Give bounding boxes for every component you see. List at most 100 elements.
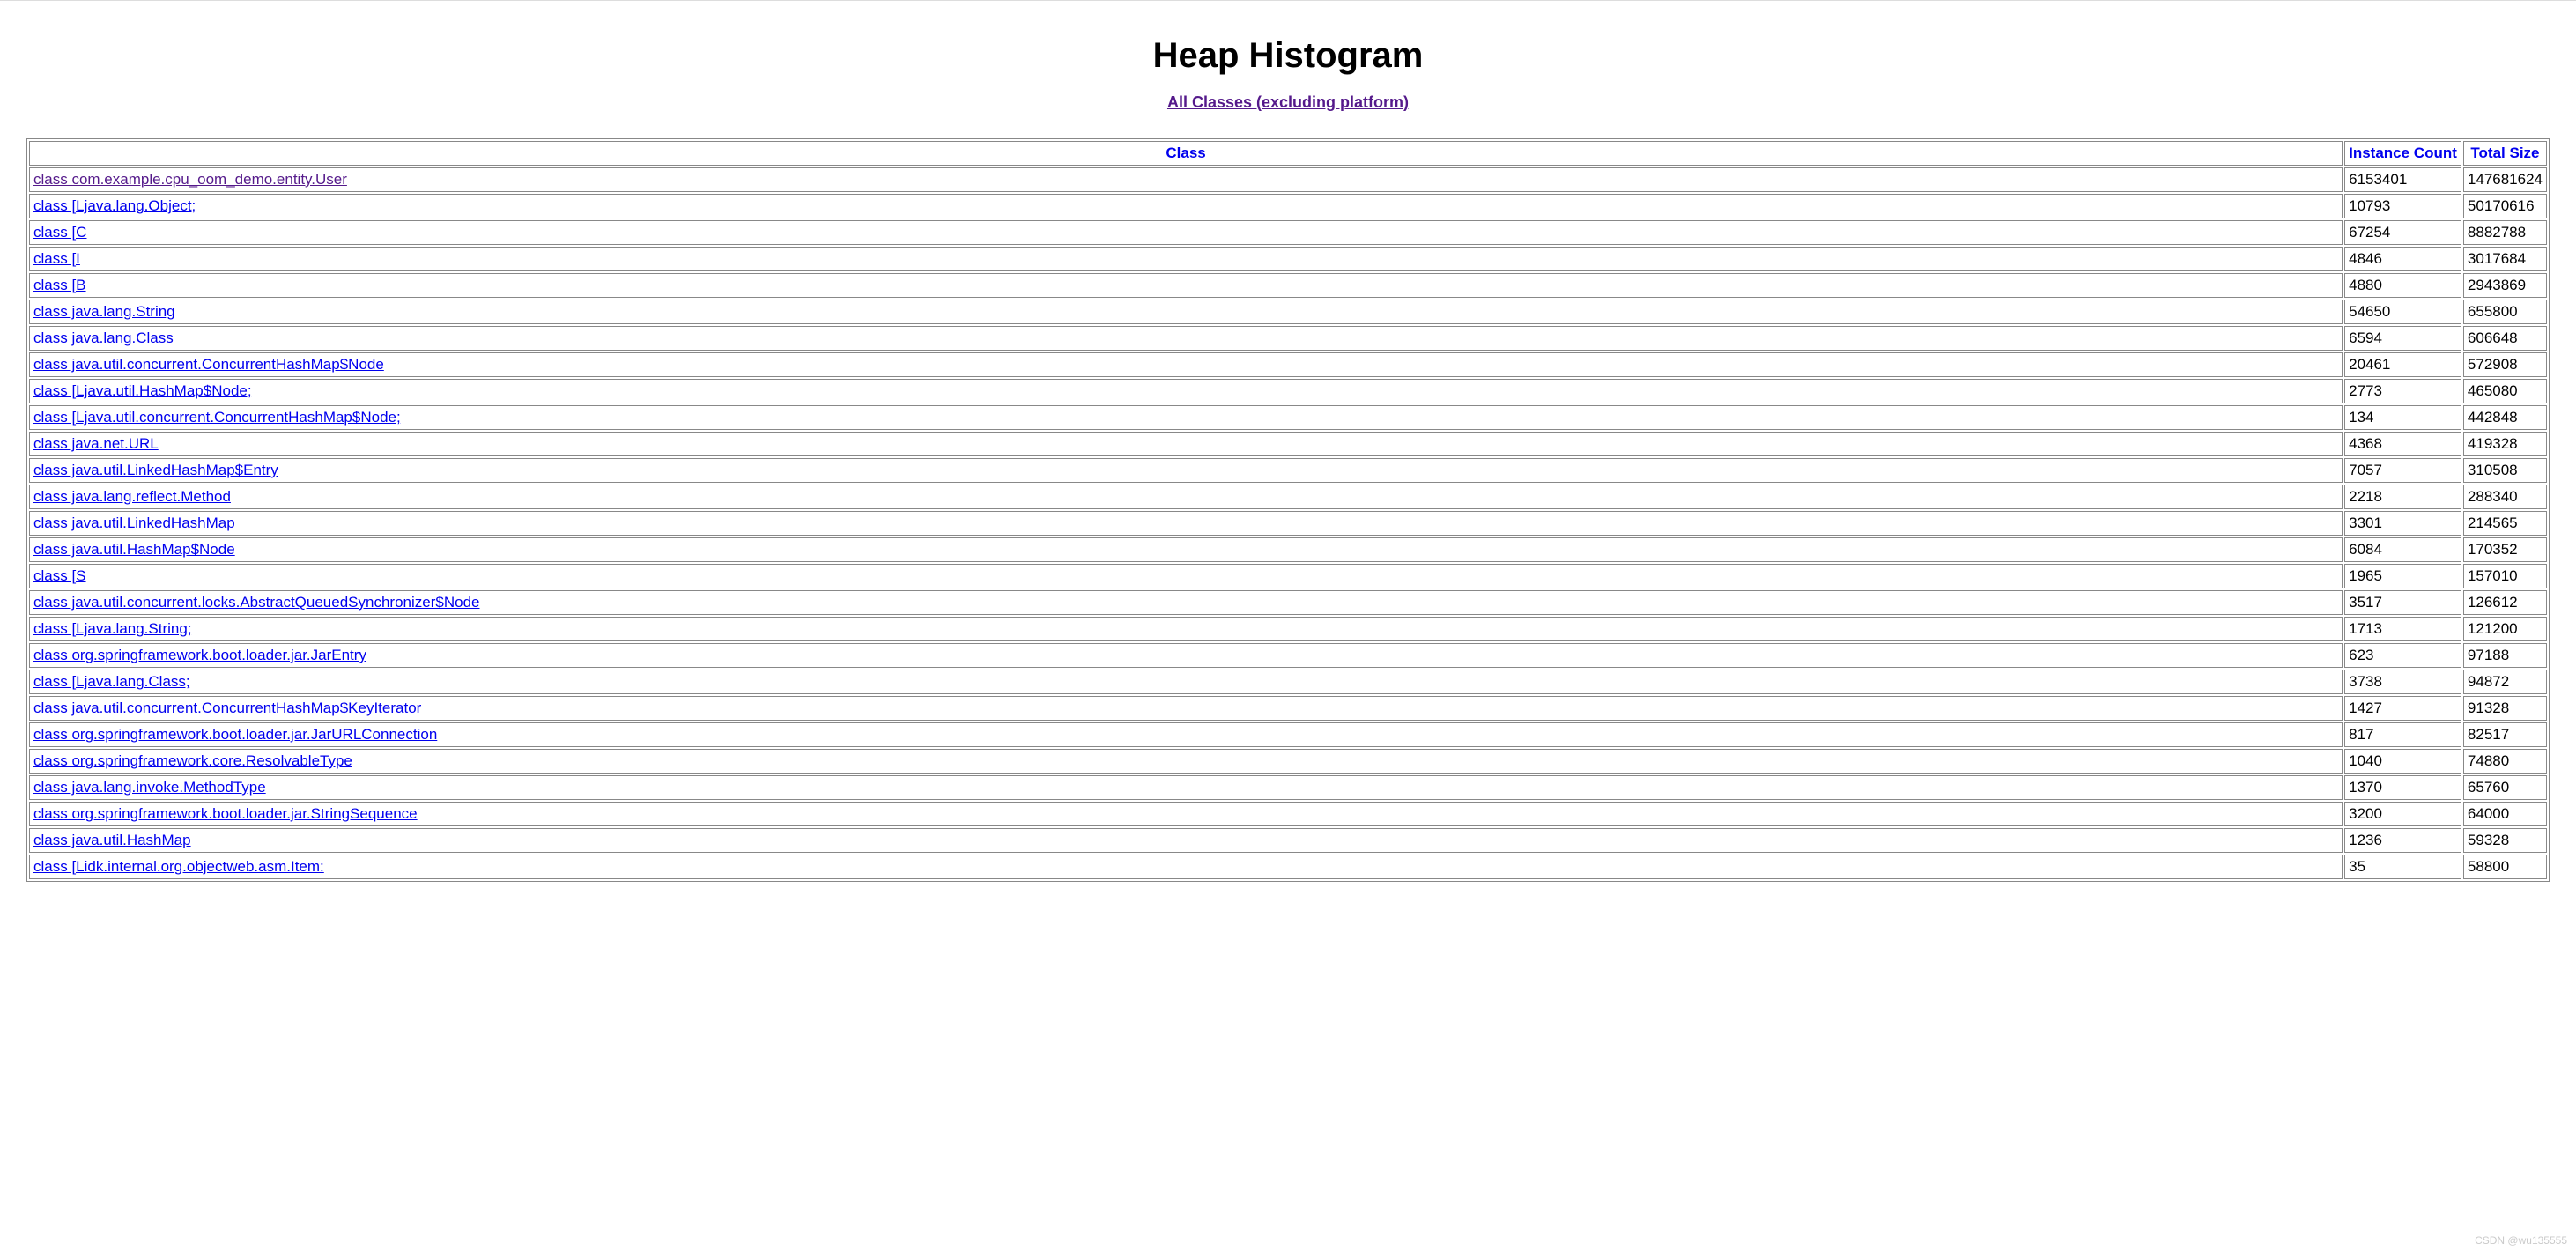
instance-count-cell: 134 <box>2344 405 2461 430</box>
total-size-cell: 419328 <box>2463 432 2547 456</box>
class-link[interactable]: class [Ljava.lang.Object; <box>33 197 196 214</box>
class-link[interactable]: class java.util.HashMap <box>33 832 191 848</box>
table-row: class java.util.concurrent.ConcurrentHas… <box>29 352 2547 377</box>
page-title: Heap Histogram <box>26 36 2550 76</box>
header-total-size: Total Size <box>2463 141 2547 166</box>
table-row: class java.lang.invoke.MethodType 1370657… <box>29 775 2547 800</box>
class-link[interactable]: class java.util.concurrent.ConcurrentHas… <box>33 700 421 716</box>
class-link[interactable]: class java.util.LinkedHashMap <box>33 514 235 531</box>
class-cell: class java.util.HashMap$Node <box>29 537 2343 562</box>
class-link[interactable]: class [Lidk.internal.org.objectweb.asm.I… <box>33 858 324 875</box>
class-cell: class org.springframework.boot.loader.ja… <box>29 802 2343 826</box>
total-size-cell: 74880 <box>2463 749 2547 774</box>
total-size-cell: 465080 <box>2463 379 2547 403</box>
instance-count-cell: 10793 <box>2344 194 2461 218</box>
class-link[interactable]: class [Ljava.util.concurrent.ConcurrentH… <box>33 409 401 426</box>
class-cell: class [Ljava.lang.Class; <box>29 670 2343 694</box>
instance-count-cell: 4368 <box>2344 432 2461 456</box>
instance-count-cell: 1370 <box>2344 775 2461 800</box>
total-size-cell: 655800 <box>2463 300 2547 324</box>
class-link[interactable]: class java.util.concurrent.locks.Abstrac… <box>33 594 479 611</box>
table-row: class com.example.cpu_oom_demo.entity.Us… <box>29 167 2547 192</box>
class-link[interactable]: class java.lang.String <box>33 303 175 320</box>
class-cell: class java.util.concurrent.ConcurrentHas… <box>29 352 2343 377</box>
instance-count-cell: 1713 <box>2344 617 2461 641</box>
class-link[interactable]: class [B <box>33 277 86 293</box>
sort-by-class-link[interactable]: Class <box>1166 144 1205 161</box>
instance-count-cell: 3301 <box>2344 511 2461 536</box>
class-cell: class java.lang.invoke.MethodType <box>29 775 2343 800</box>
instance-count-cell: 2218 <box>2344 485 2461 509</box>
class-link[interactable]: class org.springframework.core.Resolvabl… <box>33 752 352 769</box>
class-cell: class org.springframework.boot.loader.ja… <box>29 722 2343 747</box>
class-link[interactable]: class java.util.HashMap$Node <box>33 541 235 558</box>
class-link[interactable]: class [S <box>33 567 86 584</box>
sort-by-total-size-link[interactable]: Total Size <box>2470 144 2539 161</box>
class-cell: class java.util.concurrent.locks.Abstrac… <box>29 590 2343 615</box>
table-row: class [I 48463017684 <box>29 247 2547 271</box>
total-size-cell: 8882788 <box>2463 220 2547 245</box>
class-link[interactable]: class org.springframework.boot.loader.ja… <box>33 726 437 743</box>
table-row: class java.util.LinkedHashMap$Entry70573… <box>29 458 2547 483</box>
class-cell: class [B <box>29 273 2343 298</box>
class-link[interactable]: class [Ljava.lang.Class; <box>33 673 190 690</box>
table-row: class org.springframework.boot.loader.ja… <box>29 802 2547 826</box>
class-link[interactable]: class java.lang.invoke.MethodType <box>33 779 266 796</box>
table-row: class [Lidk.internal.org.objectweb.asm.I… <box>29 855 2547 879</box>
class-link[interactable]: class java.net.URL <box>33 435 159 452</box>
total-size-cell: 170352 <box>2463 537 2547 562</box>
table-row: class [Ljava.lang.Object; 1079350170616 <box>29 194 2547 218</box>
total-size-cell: 65760 <box>2463 775 2547 800</box>
table-row: class java.lang.String54650655800 <box>29 300 2547 324</box>
instance-count-cell: 4846 <box>2344 247 2461 271</box>
class-cell: class com.example.cpu_oom_demo.entity.Us… <box>29 167 2343 192</box>
total-size-cell: 214565 <box>2463 511 2547 536</box>
class-link[interactable]: class [C <box>33 224 86 241</box>
class-link[interactable]: class [Ljava.lang.String; <box>33 620 192 637</box>
class-cell: class [S <box>29 564 2343 588</box>
table-row: class java.util.concurrent.ConcurrentHas… <box>29 696 2547 721</box>
class-cell: class java.net.URL <box>29 432 2343 456</box>
instance-count-cell: 35 <box>2344 855 2461 879</box>
total-size-cell: 50170616 <box>2463 194 2547 218</box>
class-link[interactable]: class java.util.concurrent.ConcurrentHas… <box>33 356 384 373</box>
instance-count-cell: 1965 <box>2344 564 2461 588</box>
header-instance-count: Instance Count <box>2344 141 2461 166</box>
total-size-cell: 3017684 <box>2463 247 2547 271</box>
class-cell: class java.lang.String <box>29 300 2343 324</box>
total-size-cell: 64000 <box>2463 802 2547 826</box>
class-link[interactable]: class [Ljava.util.HashMap$Node; <box>33 382 252 399</box>
class-link[interactable]: class org.springframework.boot.loader.ja… <box>33 647 366 663</box>
instance-count-cell: 6153401 <box>2344 167 2461 192</box>
all-classes-link[interactable]: All Classes (excluding platform) <box>1167 93 1409 111</box>
total-size-cell: 572908 <box>2463 352 2547 377</box>
instance-count-cell: 6594 <box>2344 326 2461 351</box>
subtitle-container: All Classes (excluding platform) <box>26 93 2550 112</box>
class-cell: class [Lidk.internal.org.objectweb.asm.I… <box>29 855 2343 879</box>
table-row: class [Ljava.lang.Class;373894872 <box>29 670 2547 694</box>
class-link[interactable]: class java.util.LinkedHashMap$Entry <box>33 462 278 478</box>
total-size-cell: 606648 <box>2463 326 2547 351</box>
instance-count-cell: 20461 <box>2344 352 2461 377</box>
class-cell: class java.util.LinkedHashMap <box>29 511 2343 536</box>
total-size-cell: 121200 <box>2463 617 2547 641</box>
instance-count-cell: 1040 <box>2344 749 2461 774</box>
class-link[interactable]: class org.springframework.boot.loader.ja… <box>33 805 418 822</box>
table-row: class [Ljava.util.concurrent.ConcurrentH… <box>29 405 2547 430</box>
instance-count-cell: 4880 <box>2344 273 2461 298</box>
class-link[interactable]: class java.lang.Class <box>33 329 174 346</box>
instance-count-cell: 3738 <box>2344 670 2461 694</box>
total-size-cell: 2943869 <box>2463 273 2547 298</box>
class-link[interactable]: class [I <box>33 250 80 267</box>
instance-count-cell: 7057 <box>2344 458 2461 483</box>
instance-count-cell: 3517 <box>2344 590 2461 615</box>
class-link[interactable]: class java.lang.reflect.Method <box>33 488 231 505</box>
instance-count-cell: 1236 <box>2344 828 2461 853</box>
sort-by-instance-count-link[interactable]: Instance Count <box>2349 144 2457 161</box>
total-size-cell: 288340 <box>2463 485 2547 509</box>
class-cell: class java.lang.Class <box>29 326 2343 351</box>
class-cell: class [I <box>29 247 2343 271</box>
class-cell: class [Ljava.lang.String; <box>29 617 2343 641</box>
table-row: class [Ljava.util.HashMap$Node;277346508… <box>29 379 2547 403</box>
class-link[interactable]: class com.example.cpu_oom_demo.entity.Us… <box>33 171 347 188</box>
